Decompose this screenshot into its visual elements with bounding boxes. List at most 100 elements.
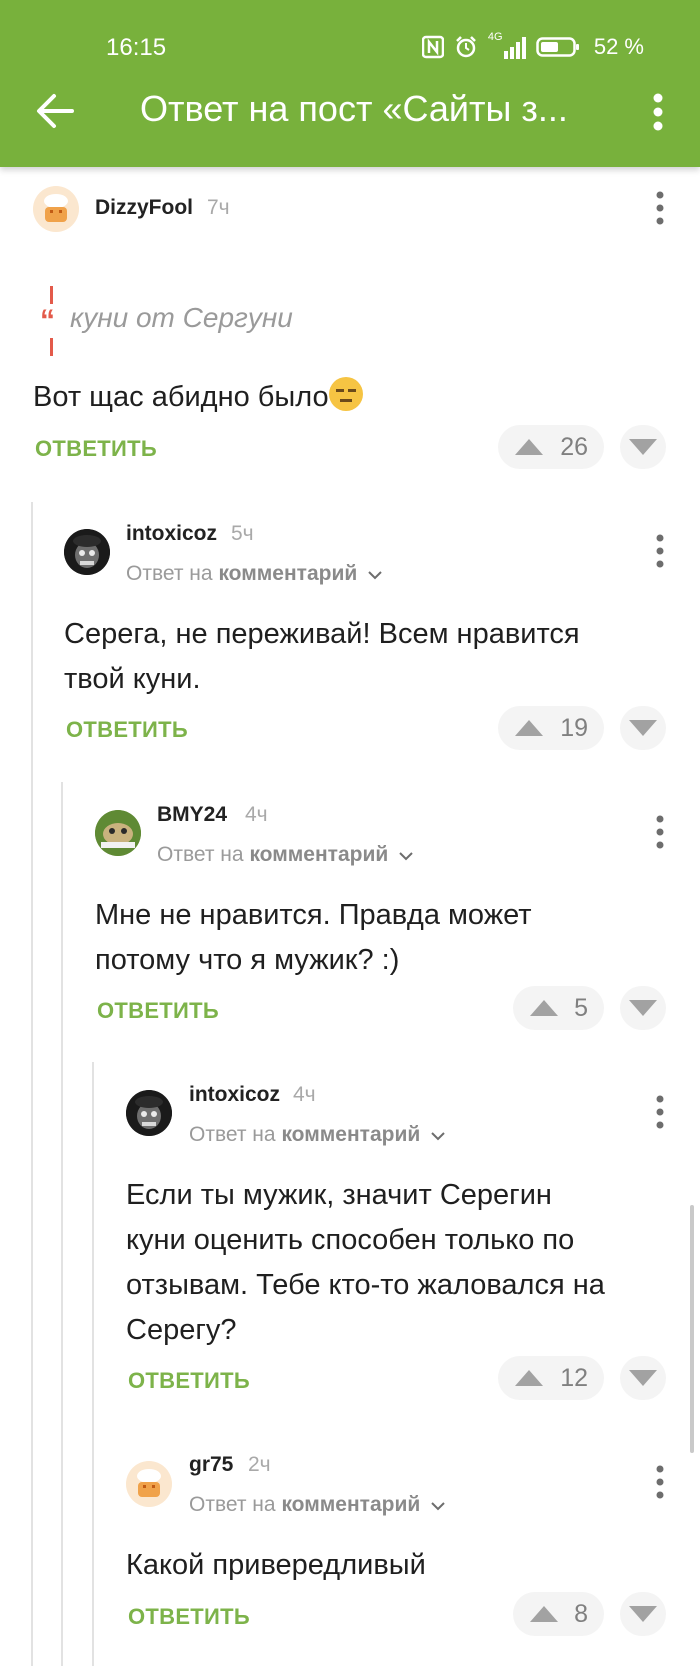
username[interactable]: intoxicoz <box>189 1083 280 1107</box>
upvote-button[interactable]: 19 <box>498 706 604 750</box>
reply-button[interactable]: ОТВЕТИТЬ <box>128 1604 250 1630</box>
comment-text-line: куни оценить способен только по <box>126 1224 575 1256</box>
battery-level: 52 % <box>593 34 644 59</box>
comment-text: Серега, не переживай! Всем нравится твой… <box>64 612 580 702</box>
rating-count: 8 <box>574 1599 588 1628</box>
triangle-down-icon <box>629 1000 657 1016</box>
comment-text-line: Серегу? <box>126 1314 237 1346</box>
upvote-button[interactable]: 26 <box>498 425 604 469</box>
expressionless-face-icon <box>328 377 363 411</box>
quote-text: куни от Сергуни <box>70 302 293 333</box>
status-icons: 4G 52 % <box>421 30 644 64</box>
comment-text-line: твой куни. <box>64 663 201 695</box>
downvote-button[interactable] <box>620 1592 666 1636</box>
upvote-button[interactable]: 5 <box>513 986 604 1030</box>
reply-to-target: комментарий <box>249 843 389 866</box>
reply-to-prefix: Ответ на <box>157 843 244 866</box>
rating-count: 12 <box>560 1363 588 1392</box>
network-icon: 4G <box>488 31 526 59</box>
rating-count: 26 <box>560 432 588 461</box>
avatar[interactable] <box>64 529 110 575</box>
comment-time: 2ч <box>248 1453 271 1476</box>
rating-count: 5 <box>574 993 588 1022</box>
downvote-button[interactable] <box>620 425 666 469</box>
more-vert-icon[interactable] <box>650 815 670 849</box>
downvote-button[interactable] <box>620 986 666 1030</box>
thread-line-level2 <box>61 782 63 1666</box>
rating-count: 19 <box>560 713 588 742</box>
comment-text-line: Если ты мужик, значит Серегин <box>126 1179 552 1211</box>
comment-text: Если ты мужик, значит Серегин куни оцени… <box>126 1173 605 1353</box>
scrollbar[interactable] <box>690 1205 694 1453</box>
username[interactable]: BMY24 <box>157 803 227 827</box>
triangle-up-icon <box>515 1370 543 1386</box>
chevron-down-icon <box>431 1132 445 1141</box>
comment-time: 5ч <box>231 522 254 545</box>
downvote-button[interactable] <box>620 1356 666 1400</box>
upvote-button[interactable]: 12 <box>498 1356 604 1400</box>
comment-time: 4ч <box>245 803 268 826</box>
triangle-up-icon <box>530 1606 558 1622</box>
reply-to[interactable]: Ответ на комментарий <box>189 1123 446 1147</box>
avatar[interactable] <box>126 1090 172 1136</box>
chevron-down-icon <box>399 852 413 861</box>
reply-to-target: комментарий <box>218 562 358 585</box>
battery-icon <box>536 37 579 57</box>
upvote-button[interactable]: 8 <box>513 1592 604 1636</box>
reply-to[interactable]: Ответ на комментарий <box>189 1493 446 1517</box>
avatar[interactable] <box>95 810 141 856</box>
comment-text-line: отзывам. Тебе кто-то жаловался на <box>126 1269 605 1301</box>
reply-to[interactable]: Ответ на комментарий <box>126 562 383 586</box>
more-vert-icon[interactable] <box>650 534 670 568</box>
network-label: 4G <box>487 31 503 43</box>
chevron-down-icon <box>431 1502 445 1511</box>
triangle-down-icon <box>629 1370 657 1386</box>
more-vert-icon[interactable] <box>644 92 672 132</box>
reply-button[interactable]: ОТВЕТИТЬ <box>66 717 188 743</box>
triangle-down-icon <box>629 1606 657 1622</box>
comment-text-line: Какой привередливый <box>126 1549 426 1581</box>
app-bar: 16:15 4G 52 % Ответ на пост «Сайты з... <box>0 0 700 167</box>
triangle-down-icon <box>629 439 657 455</box>
status-time: 16:15 <box>106 34 167 61</box>
reply-to-prefix: Ответ на <box>126 562 213 585</box>
reply-to-target: комментарий <box>281 1493 421 1516</box>
comment-time: 7ч <box>207 196 230 219</box>
comment-time: 4ч <box>293 1083 316 1106</box>
reply-to[interactable]: Ответ на комментарий <box>157 843 414 867</box>
avatar[interactable] <box>126 1461 172 1507</box>
thread-line-level1 <box>31 502 33 1666</box>
thread-line-level3 <box>92 1062 94 1666</box>
reply-to-target: комментарий <box>281 1123 421 1146</box>
avatar[interactable] <box>33 186 79 232</box>
more-vert-icon[interactable] <box>650 1095 670 1129</box>
more-vert-icon[interactable] <box>650 1465 670 1499</box>
comment-text-line: Мне не нравится. Правда может <box>95 899 532 931</box>
comment-text-line: потому что я мужик? :) <box>95 944 400 976</box>
triangle-up-icon <box>515 439 543 455</box>
triangle-up-icon <box>530 1000 558 1016</box>
alarm-icon <box>455 36 476 58</box>
triangle-down-icon <box>629 720 657 736</box>
reply-button[interactable]: ОТВЕТИТЬ <box>128 1368 250 1394</box>
username[interactable]: DizzyFool <box>95 196 193 220</box>
triangle-up-icon <box>515 720 543 736</box>
reply-to-prefix: Ответ на <box>189 1123 276 1146</box>
comment-text: Какой привередливый <box>126 1543 426 1588</box>
reply-button[interactable]: ОТВЕТИТЬ <box>97 998 219 1024</box>
quote-icon: “ <box>40 304 55 337</box>
page-title: Ответ на пост «Сайты з... <box>140 88 568 129</box>
reply-button[interactable]: ОТВЕТИТЬ <box>35 436 157 462</box>
username[interactable]: intoxicoz <box>126 522 217 546</box>
comment-text: Мне не нравится. Правда может потому что… <box>95 893 532 983</box>
comment-text-line: Вот щас абидно было <box>33 381 329 413</box>
nfc-icon <box>421 35 444 59</box>
comment-text-line: Серега, не переживай! Всем нравится <box>64 618 580 650</box>
reply-to-prefix: Ответ на <box>189 1493 276 1516</box>
downvote-button[interactable] <box>620 706 666 750</box>
chevron-down-icon <box>368 571 382 580</box>
username[interactable]: gr75 <box>189 1453 233 1477</box>
arrow-back-icon[interactable] <box>34 90 76 132</box>
comment-text: Вот щас абидно было <box>33 375 363 420</box>
more-vert-icon[interactable] <box>650 191 670 225</box>
